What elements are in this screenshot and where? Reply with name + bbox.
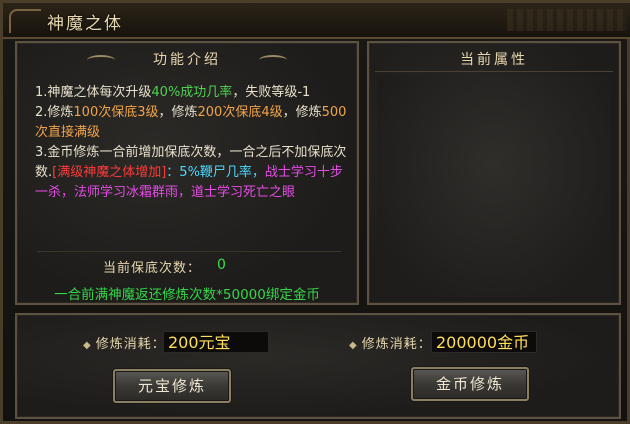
- rule-2: 2.修炼100次保底3级，修炼200次保底4级，修炼500次直接满级: [35, 103, 355, 143]
- yuanbao-cost-label-text: 修炼消耗：: [95, 337, 166, 352]
- guarantee-label: 当前保底次数：: [103, 261, 202, 276]
- window-title: 神魔之体: [47, 14, 123, 34]
- function-intro-header: 功能介绍: [153, 52, 221, 68]
- gold-cost-value: 200000金币: [431, 331, 537, 353]
- divider: [37, 251, 341, 252]
- yuanbao-cost-label: ◆ 修炼消耗：: [83, 333, 166, 352]
- rule-2-sep-1: ，修炼: [158, 105, 198, 120]
- return-note: 一合前满神魔返还修炼次数*50000绑定金币: [54, 287, 320, 303]
- rule-2-prefix: 2.修炼: [35, 105, 74, 120]
- title-ornament-icon: [9, 9, 41, 33]
- rule-1-prefix: 1.神魔之体每次升级: [35, 85, 152, 100]
- training-panel: ◆ 修炼消耗： 200元宝 元宝修炼 ◆ 修炼消耗： 200000金币 金币修炼: [15, 313, 621, 419]
- title-bar: 神魔之体: [3, 3, 630, 39]
- gold-train-button[interactable]: 金币修炼: [411, 367, 529, 401]
- title-pattern: [507, 9, 627, 31]
- guarantee-value: 0: [217, 257, 226, 273]
- diamond-icon: ◆: [83, 340, 92, 351]
- yuanbao-cost-value: 200元宝: [163, 331, 269, 353]
- rule-3-bonus-rate: ：5%鞭尸几率，: [166, 165, 265, 180]
- diamond-icon: ◆: [349, 340, 358, 351]
- rule-3-bonus-label: [满级神魔之体增加]: [52, 165, 167, 180]
- header-ornament-icon: [259, 55, 287, 65]
- window-frame: 神魔之体 功能介绍 1.神魔之体每次升级40%成功几率，失败等级-1 2.修炼1…: [0, 0, 630, 424]
- rule-2-tier-1: 100次保底3级: [73, 105, 159, 120]
- function-intro-panel: 功能介绍 1.神魔之体每次升级40%成功几率，失败等级-1 2.修炼100次保底…: [15, 41, 359, 305]
- rule-1: 1.神魔之体每次升级40%成功几率，失败等级-1: [35, 83, 355, 103]
- current-attributes-panel: 当前属性: [367, 41, 621, 305]
- rule-2-sep-2: ，修炼: [282, 105, 322, 120]
- rule-1-suffix: ，失败等级-1: [232, 85, 311, 100]
- attributes-list: [377, 75, 611, 297]
- rule-3: 3.金币修炼一合前增加保底次数，一合之后不加保底次数.[满级神魔之体增加]：5%…: [35, 143, 355, 203]
- rules-text: 1.神魔之体每次升级40%成功几率，失败等级-1 2.修炼100次保底3级，修炼…: [35, 83, 355, 203]
- rule-1-rate: 40%成功几率: [151, 85, 233, 100]
- rule-2-tier-2: 200次保底4级: [197, 105, 283, 120]
- gold-cost-label: ◆ 修炼消耗：: [349, 333, 432, 352]
- yuanbao-train-button[interactable]: 元宝修炼: [113, 369, 231, 403]
- current-attributes-header: 当前属性: [375, 49, 613, 72]
- gold-cost-label-text: 修炼消耗：: [361, 337, 432, 352]
